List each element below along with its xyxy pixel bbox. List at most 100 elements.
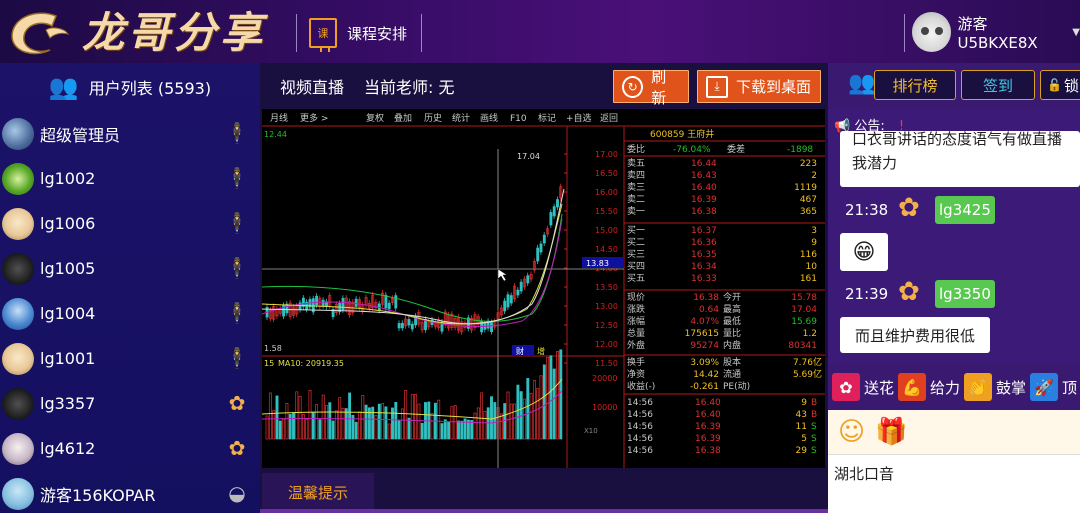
video-stream[interactable]: 月线 更多 > 复权 叠加 历史 统计 画线 F10 标记 +自选 返回 12.44 1.58 17.00… — [262, 109, 825, 468]
volume-bar — [470, 420, 474, 440]
arm-icon: 💪 — [898, 373, 927, 401]
sell-label: 卖二 — [627, 194, 645, 205]
candle-body — [321, 299, 325, 306]
stat-label: 今开 — [723, 291, 741, 303]
user-avatar[interactable] — [2, 117, 34, 150]
ma-line-yellow — [262, 203, 563, 325]
stock-toolbar-item: 复权 — [366, 112, 384, 124]
message-user[interactable]: lg3350 — [935, 280, 995, 308]
gift-label: 顶 — [1062, 378, 1078, 397]
stat-value: 175615 — [685, 329, 719, 339]
user-list-item[interactable]: 游客156KOPAR ◒ — [0, 471, 260, 513]
candle-body — [503, 300, 507, 312]
sell-vol: 365 — [800, 207, 817, 217]
user-name: lg1001 — [40, 349, 96, 368]
emoji-picker-icon[interactable]: ☺ — [838, 417, 865, 447]
user-list-item[interactable]: lg3357 ✿ — [0, 381, 260, 426]
tick-vol: 9 — [801, 398, 807, 408]
refresh-button[interactable]: ↻ 刷新 — [613, 68, 689, 107]
tab-checkin[interactable]: 签到 — [961, 70, 1035, 100]
rocket-icon: 🚀 — [1030, 373, 1059, 401]
user-avatar[interactable] — [2, 477, 34, 510]
volume-bar — [447, 421, 451, 440]
volume-bar — [341, 407, 345, 440]
gift-button[interactable]: 👏 鼓掌 — [964, 373, 1026, 401]
user-avatar[interactable] — [912, 12, 952, 52]
volume-bar — [361, 395, 365, 440]
user-avatar[interactable] — [2, 297, 34, 330]
flower-badge-icon: ✿ — [228, 391, 246, 415]
user-avatar[interactable] — [2, 387, 34, 420]
user-avatar[interactable] — [2, 162, 34, 195]
gift-button[interactable]: 💪 给力 — [898, 373, 960, 401]
buy-price: 16.34 — [691, 262, 717, 272]
volume-bar — [315, 404, 319, 440]
gift-label: 鼓掌 — [996, 378, 1027, 397]
volume-bar — [523, 398, 526, 440]
candle-body — [542, 234, 546, 244]
tab-lock[interactable]: 🔓 锁 — [1040, 70, 1080, 100]
chat-input[interactable]: 湖北口音 — [828, 455, 1080, 513]
buy-price: 16.33 — [691, 274, 717, 284]
tick-price: 16.39 — [695, 422, 721, 432]
tab-ranking[interactable]: 排行榜 — [874, 70, 956, 100]
user-avatar[interactable] — [2, 207, 34, 240]
course-schedule-link[interactable]: 课 课程安排 — [309, 16, 407, 52]
sell-label: 卖五 — [627, 158, 645, 169]
user-list-item[interactable]: lg1005 🕴 — [0, 246, 260, 291]
volume-bar — [499, 413, 503, 440]
user-avatar[interactable] — [2, 342, 34, 375]
volume-bar — [338, 397, 342, 440]
user-list-item[interactable]: lg1002 🕴 — [0, 156, 260, 201]
volume-bar — [394, 401, 398, 440]
user-list-item[interactable]: lg1006 🕴 — [0, 201, 260, 246]
vol-tick: 10000 — [592, 403, 617, 412]
user-avatar[interactable] — [2, 252, 34, 285]
candle-body — [519, 281, 523, 292]
gift-button[interactable]: 🚀 顶 — [1030, 373, 1077, 401]
volume-bar — [268, 392, 272, 440]
volume-bar — [331, 420, 335, 440]
user-menu[interactable]: 游客U5BKXE8X ▼ — [904, 8, 1080, 56]
volume-bar — [301, 413, 305, 440]
stat-label: 股本 — [723, 356, 741, 368]
gift-box-icon[interactable]: 🎁 — [875, 417, 907, 447]
volume-bar — [529, 392, 533, 440]
left-top-label: 12.44 — [264, 130, 287, 139]
guest-badge-icon: ◒ — [228, 481, 246, 505]
user-list-item[interactable]: 超级管理员 🕴 — [0, 111, 260, 156]
stat-value: 80341 — [788, 341, 817, 351]
user-list-item[interactable]: lg1004 🕴 — [0, 291, 260, 336]
volume-bar — [503, 403, 507, 440]
chevron-down-icon[interactable]: ▼ — [1072, 27, 1080, 38]
site-logo[interactable]: 龙哥分享 — [4, 4, 274, 60]
user-list-item[interactable]: lg4612 ✿ — [0, 426, 260, 471]
tab-warm-tips[interactable]: 温馨提示 — [262, 473, 374, 511]
stat-value: 7.76亿 — [793, 356, 822, 368]
download-desktop-button[interactable]: ⤓ 下载到桌面 — [697, 70, 821, 103]
sell-price: 16.38 — [691, 207, 717, 217]
price-tick: 11.50 — [595, 359, 618, 368]
candle-body — [516, 289, 520, 296]
user-list-item[interactable]: lg1001 🕴 — [0, 336, 260, 381]
buy-label: 买五 — [627, 273, 645, 284]
volume-bar — [410, 394, 414, 440]
gift-button[interactable]: ✿ 送花 — [832, 373, 894, 401]
chat-messages[interactable]: 📢 公告: ! 口衣哥讲话的态度语气有做直播我潜力 21:38 ✿ lg3425… — [828, 109, 1080, 364]
tick-price: 16.40 — [695, 398, 721, 408]
stat-label: 涨跌 — [627, 304, 645, 315]
stat-label: 流通 — [723, 368, 741, 380]
buy-label: 买三 — [627, 249, 645, 260]
candle-body — [536, 247, 540, 262]
user-avatar[interactable] — [2, 432, 34, 465]
volume-bar — [516, 384, 520, 440]
message-user[interactable]: lg3425 — [935, 196, 995, 224]
price-tick: 12.50 — [595, 321, 618, 330]
volume-bar — [404, 390, 408, 440]
candle-body — [556, 199, 559, 208]
tick-vol: 5 — [801, 434, 807, 444]
gift-label: 送花 — [864, 378, 895, 397]
volume-bar — [420, 422, 424, 440]
stat-label: 量比 — [723, 327, 741, 339]
marquee-strip — [260, 509, 828, 513]
